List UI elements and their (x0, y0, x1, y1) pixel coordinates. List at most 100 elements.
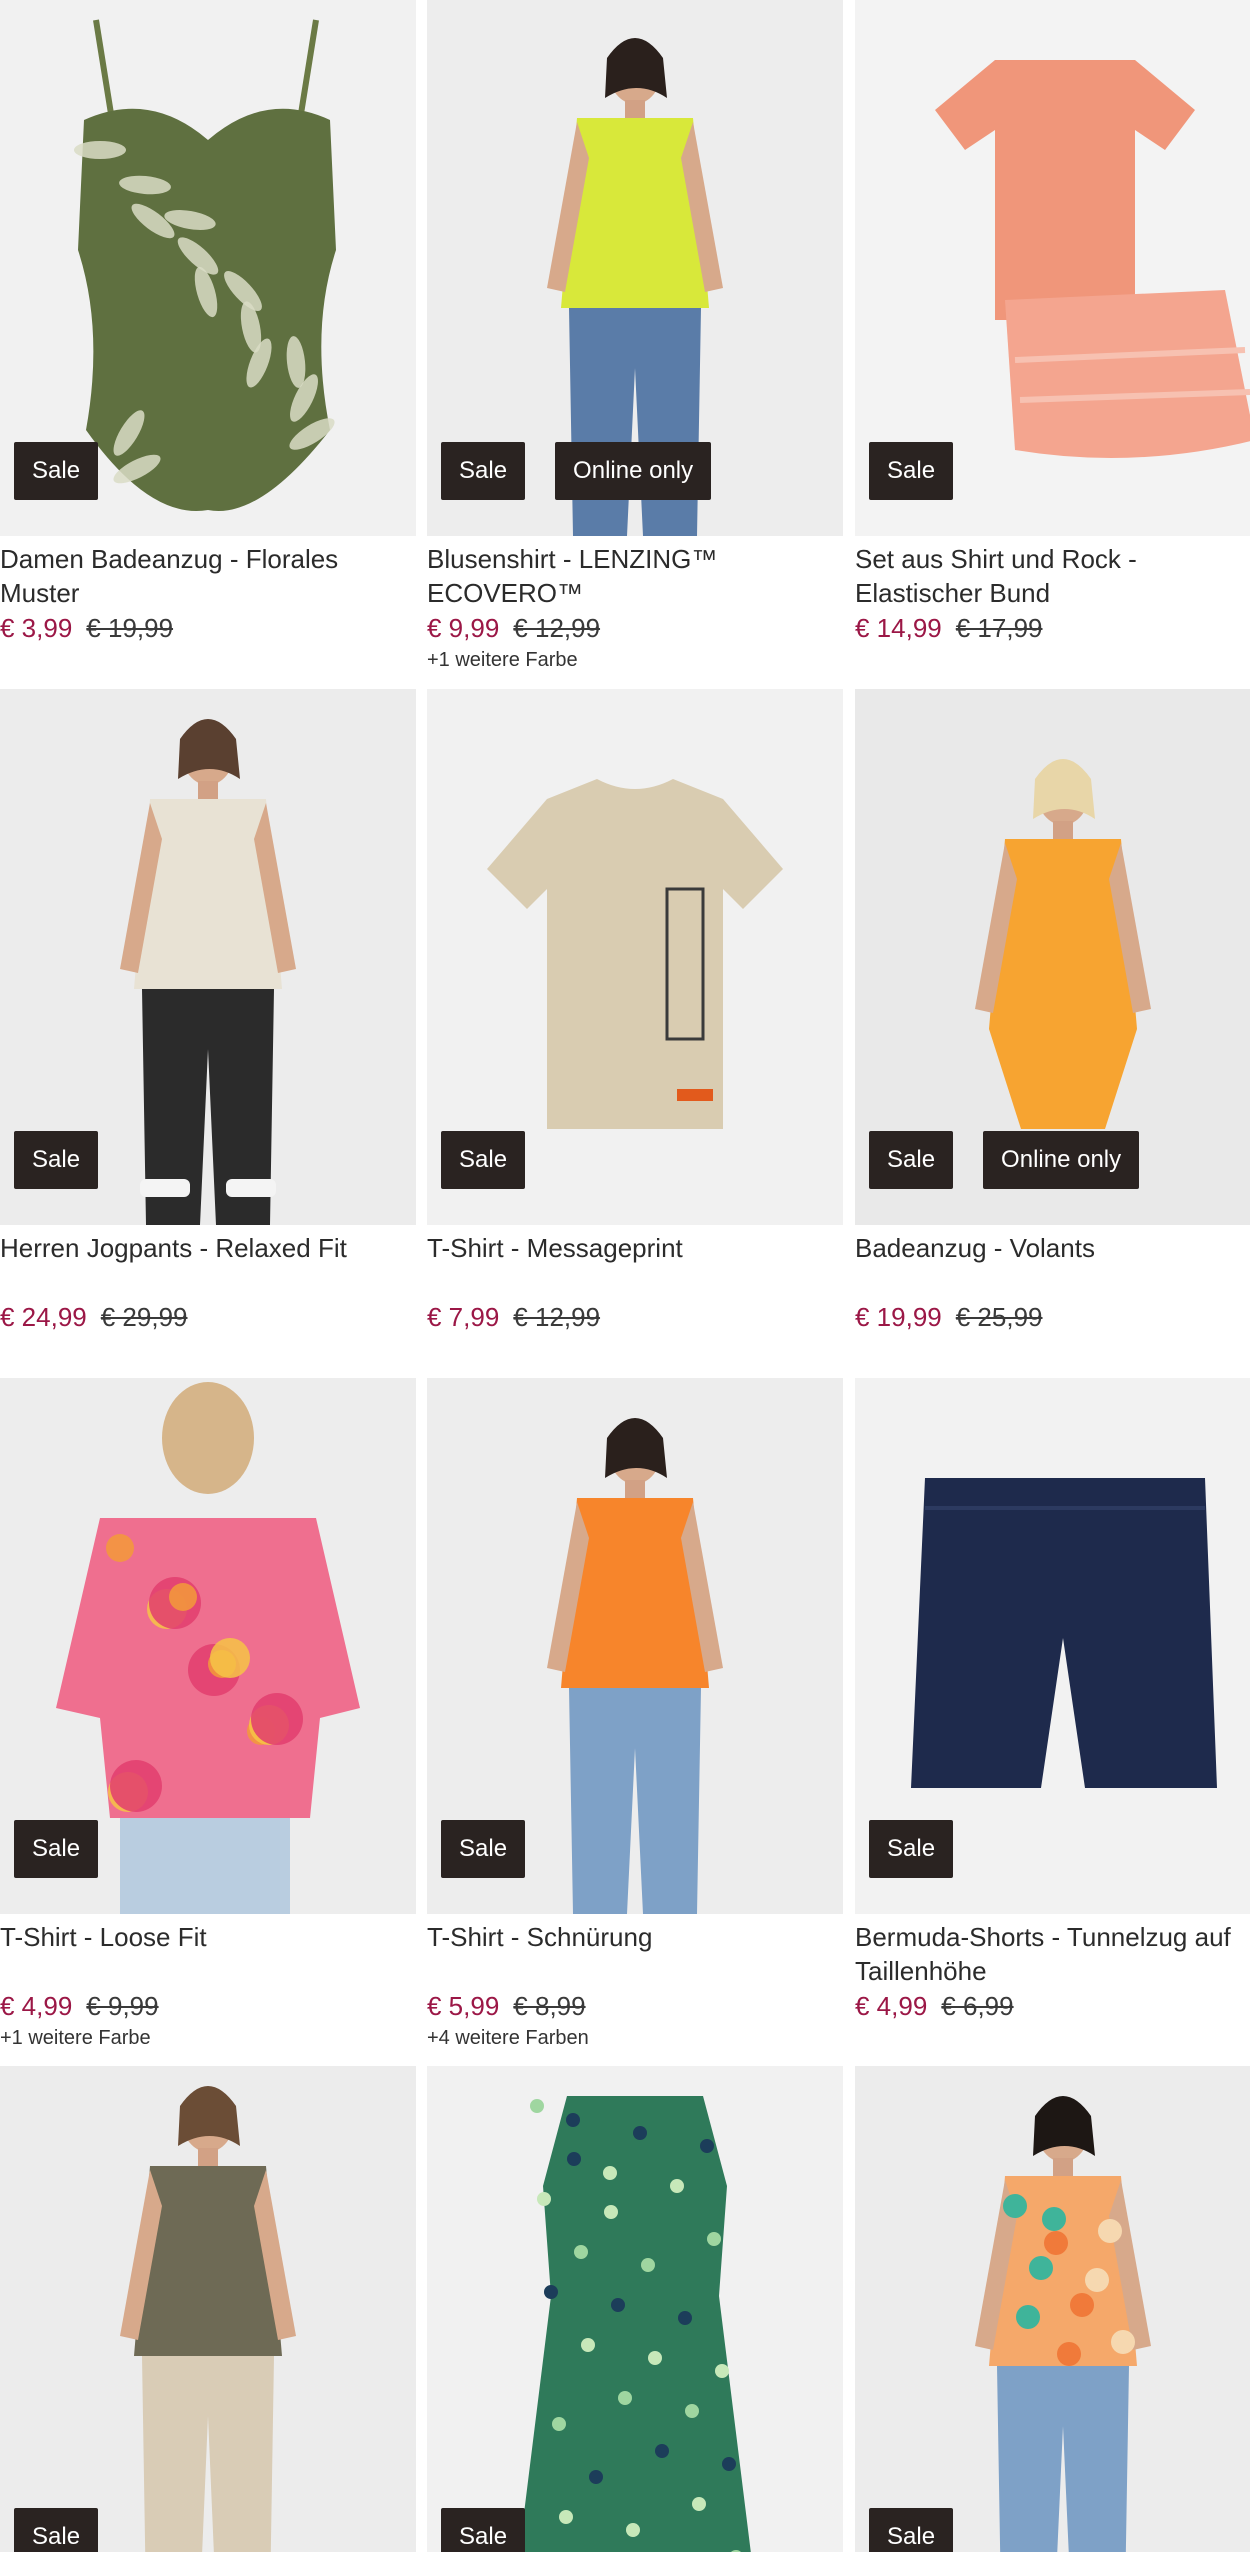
original-price: € 17,99 (955, 613, 1043, 643)
product-card[interactable]: Sale (427, 2066, 843, 2552)
sale-badge: Sale (869, 1820, 954, 1878)
product-grid: Sale Damen Badeanzug - Florales Muster € 3… (0, 0, 1250, 2552)
product-title[interactable]: Blusenshirt - LENZING™ ECOVERO™ (427, 540, 843, 608)
product-info: T-Shirt - Messageprint € 7,99 € 12,99 (427, 1229, 843, 1335)
product-card[interactable]: Sale T-Shirt - Messageprint € 7,99 € 12,99 (427, 689, 843, 1378)
badge-group: Sale (441, 1820, 526, 1878)
product-card[interactable]: Sale (0, 2066, 416, 2552)
online-only-badge: Online only (555, 442, 712, 500)
product-card[interactable]: Sale (855, 2066, 1250, 2552)
more-colors-link[interactable]: +1 weitere Farbe (0, 2024, 416, 2052)
sale-price: € 14,99 (855, 613, 942, 643)
product-title[interactable]: Herren Jogpants - Relaxed Fit (0, 1229, 416, 1297)
sale-badge: Sale (14, 1131, 99, 1189)
product-card[interactable]: Sale Damen Badeanzug - Florales Muster € 3… (0, 0, 416, 689)
original-price: € 9,99 (86, 1991, 159, 2021)
sale-price: € 19,99 (855, 1302, 942, 1332)
product-image[interactable]: Sale (855, 2066, 1250, 2552)
product-card[interactable]: Sale Bermuda-Shorts - Tunnelzug auf Taill… (855, 1378, 1250, 2067)
more-colors-link[interactable]: +1 weitere Farbe (427, 646, 843, 674)
product-card[interactable]: Sale T-Shirt - Loose Fit € 4,99 € 9,99 +1 we… (0, 1378, 416, 2067)
product-info: Damen Badeanzug - Florales Muster € 3,99 €… (0, 540, 416, 646)
product-title[interactable]: Badeanzug - Volants (855, 1229, 1250, 1297)
sale-badge: Sale (14, 442, 99, 500)
original-price: € 29,99 (100, 1302, 188, 1332)
product-image[interactable]: Sale (855, 0, 1250, 536)
price-row: € 14,99 € 17,99 (855, 610, 1250, 646)
product-info: Set aus Shirt und Rock - Elastischer Bun… (855, 540, 1250, 646)
sale-price: € 4,99 (0, 1991, 73, 2021)
product-image[interactable]: Sale (0, 2066, 416, 2552)
badge-group: Sale (14, 442, 99, 500)
sale-price: € 24,99 (0, 1302, 87, 1332)
product-image[interactable]: Sale (855, 1378, 1250, 1914)
product-image[interactable]: Sale (0, 1378, 416, 1914)
product-photo-green-print-dress (427, 2066, 843, 2552)
badge-group: Sale (869, 2508, 954, 2552)
original-price: € 6,99 (941, 1991, 1014, 2021)
product-card[interactable]: Sale Online only Badeanzug - Volants € 19,9… (855, 689, 1250, 1378)
product-info: T-Shirt - Schnürung € 5,99 € 8,99 +4 weiter… (427, 1918, 843, 2052)
sale-badge: Sale (869, 2508, 954, 2552)
sale-badge: Sale (441, 2508, 526, 2552)
product-photo-paisley-plus-tshirt-model (855, 2066, 1250, 2552)
product-card[interactable]: Sale Herren Jogpants - Relaxed Fit € 24,99… (0, 689, 416, 1378)
product-image[interactable]: Sale Online only (855, 689, 1250, 1225)
product-image[interactable]: Sale (0, 689, 416, 1225)
sale-badge: Sale (441, 442, 526, 500)
badge-group: Sale (869, 1820, 954, 1878)
more-colors-link[interactable]: +4 weitere Farben (427, 2024, 843, 2052)
product-title[interactable]: T-Shirt - Messageprint (427, 1229, 843, 1297)
product-info: Herren Jogpants - Relaxed Fit € 24,99 € 29… (0, 1229, 416, 1335)
sale-badge: Sale (441, 1131, 526, 1189)
price-row: € 3,99 € 19,99 (0, 610, 416, 646)
price-row: € 19,99 € 25,99 (855, 1299, 1250, 1335)
product-image[interactable]: Sale (427, 1378, 843, 1914)
sale-price: € 5,99 (427, 1991, 500, 2021)
sale-badge: Sale (869, 442, 954, 500)
product-card[interactable]: Sale Online only Blusenshirt - LENZING™ EC… (427, 0, 843, 689)
original-price: € 12,99 (513, 613, 601, 643)
price-row: € 9,99 € 12,99 (427, 610, 843, 646)
product-info: Badeanzug - Volants € 19,99 € 25,99 (855, 1229, 1250, 1335)
badge-group: Sale (14, 1131, 99, 1189)
product-photo-olive-tshirt-model (0, 2066, 416, 2552)
price-row: € 24,99 € 29,99 (0, 1299, 416, 1335)
price-row: € 5,99 € 8,99 (427, 1988, 843, 2024)
badge-group: Sale (869, 442, 954, 500)
sale-price: € 7,99 (427, 1302, 500, 1332)
product-title[interactable]: T-Shirt - Schnürung (427, 1918, 843, 1986)
product-title[interactable]: T-Shirt - Loose Fit (0, 1918, 416, 1986)
badge-group: Sale (14, 2508, 99, 2552)
online-only-badge: Online only (983, 1131, 1140, 1189)
product-card[interactable]: Sale Set aus Shirt und Rock - Elastischer… (855, 0, 1250, 689)
product-image[interactable]: Sale (427, 2066, 843, 2552)
product-title[interactable]: Bermuda-Shorts - Tunnelzug auf Taillenhö… (855, 1918, 1250, 1986)
product-image[interactable]: Sale Online only (427, 0, 843, 536)
price-row: € 7,99 € 12,99 (427, 1299, 843, 1335)
sale-price: € 9,99 (427, 613, 500, 643)
product-info: Bermuda-Shorts - Tunnelzug auf Taillenhö… (855, 1918, 1250, 2024)
original-price: € 12,99 (513, 1302, 601, 1332)
sale-badge: Sale (14, 2508, 99, 2552)
price-row: € 4,99 € 6,99 (855, 1988, 1250, 2024)
badge-group: Sale (441, 2508, 526, 2552)
product-card[interactable]: Sale T-Shirt - Schnürung € 5,99 € 8,99 +4 we… (427, 1378, 843, 2067)
price-row: € 4,99 € 9,99 (0, 1988, 416, 2024)
product-image[interactable]: Sale (427, 689, 843, 1225)
sale-badge: Sale (441, 1820, 526, 1878)
badge-group: Sale Online only (441, 442, 712, 500)
sale-badge: Sale (869, 1131, 954, 1189)
product-title[interactable]: Damen Badeanzug - Florales Muster (0, 540, 416, 608)
badge-group: Sale (441, 1131, 526, 1189)
sale-price: € 3,99 (0, 613, 73, 643)
original-price: € 8,99 (513, 1991, 586, 2021)
original-price: € 25,99 (955, 1302, 1043, 1332)
product-image[interactable]: Sale (0, 0, 416, 536)
product-info: Blusenshirt - LENZING™ ECOVERO™ € 9,99 € 1… (427, 540, 843, 674)
sale-badge: Sale (14, 1820, 99, 1878)
product-info: T-Shirt - Loose Fit € 4,99 € 9,99 +1 weiter… (0, 1918, 416, 2052)
original-price: € 19,99 (86, 613, 174, 643)
sale-price: € 4,99 (855, 1991, 928, 2021)
product-title[interactable]: Set aus Shirt und Rock - Elastischer Bun… (855, 540, 1250, 608)
